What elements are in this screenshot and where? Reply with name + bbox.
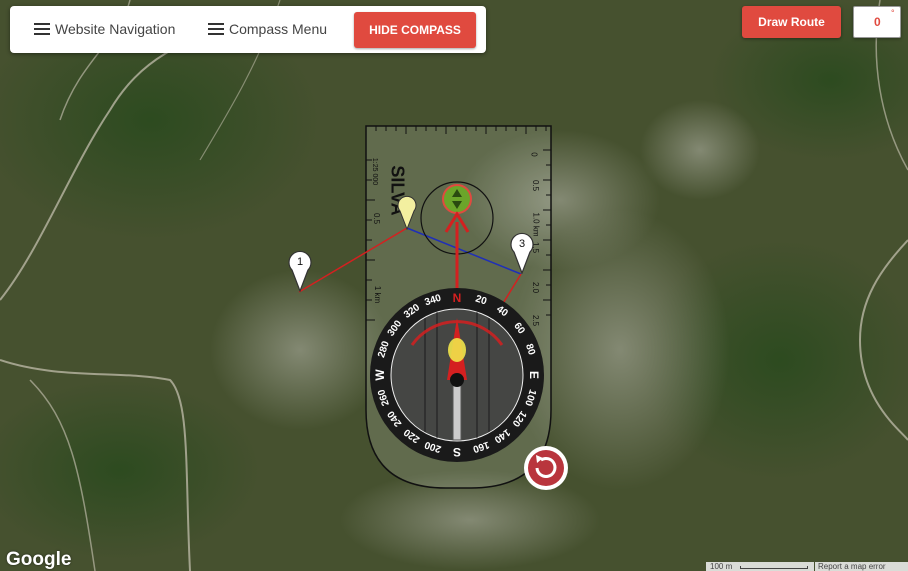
scale-label: 100 m xyxy=(710,562,733,571)
right-tick-label: 2.0 xyxy=(531,281,541,294)
compass-overlay[interactable] xyxy=(0,0,908,571)
baseplate-scale: 1:25 000 xyxy=(371,157,379,186)
left-tick-label: 0.5 xyxy=(372,212,382,225)
right-tick-label: 0 xyxy=(529,152,539,157)
route-marker-2[interactable] xyxy=(397,194,417,231)
bezel-label: W xyxy=(373,369,387,381)
route-marker-3[interactable]: 3 xyxy=(510,232,534,275)
top-toolbar: Website Navigation Compass Menu HIDE COM… xyxy=(10,6,486,53)
marker-label: 1 xyxy=(296,256,304,268)
right-tick-label: 2.5 xyxy=(531,314,541,327)
draw-route-button[interactable]: Draw Route xyxy=(742,6,841,38)
left-tick-label: 1 km xyxy=(373,285,383,304)
hamburger-icon xyxy=(34,23,50,35)
website-navigation-label: Website Navigation xyxy=(55,21,176,37)
rotate-button[interactable] xyxy=(524,446,568,490)
compass-menu-button[interactable]: Compass Menu xyxy=(208,18,327,40)
google-logo[interactable]: Google xyxy=(6,549,71,571)
route-marker-1[interactable]: 1 xyxy=(288,250,312,293)
right-tick-label: 0.5 xyxy=(531,179,541,192)
hide-compass-button[interactable]: HIDE COMPASS xyxy=(354,12,476,48)
marker-label: 3 xyxy=(518,238,526,250)
compass-menu-label: Compass Menu xyxy=(229,21,328,37)
heading-display: 0 ° xyxy=(853,6,901,38)
compass-needle xyxy=(452,379,462,441)
map-scale[interactable]: 100 m xyxy=(706,562,814,571)
hamburger-icon xyxy=(208,23,224,35)
heading-value: 0 xyxy=(874,15,881,29)
degree-symbol: ° xyxy=(891,8,895,18)
report-map-error-link[interactable]: Report a map error xyxy=(815,562,908,571)
website-navigation-button[interactable]: Website Navigation xyxy=(34,18,175,40)
